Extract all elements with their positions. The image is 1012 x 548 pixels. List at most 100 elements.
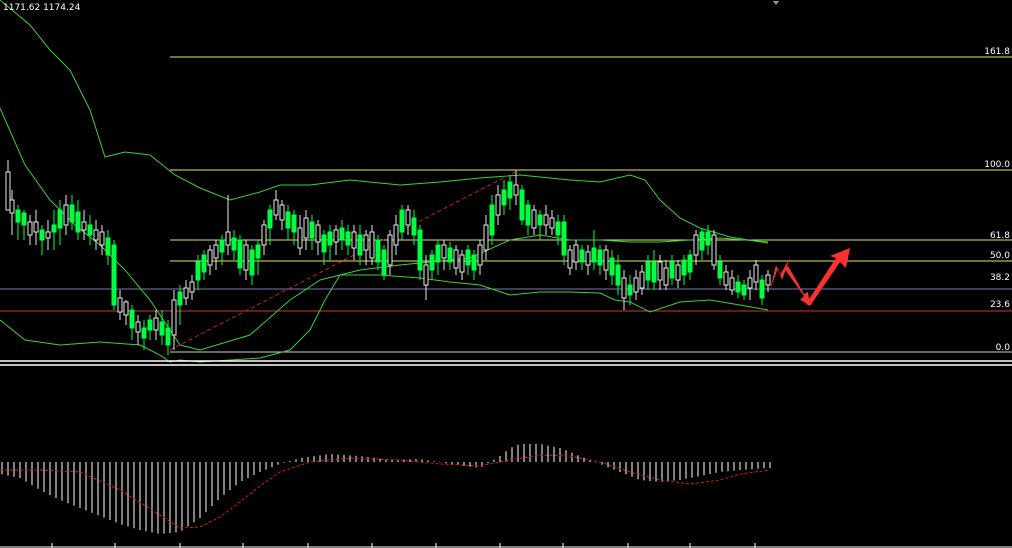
candle-body bbox=[669, 261, 675, 279]
candle-body bbox=[705, 231, 711, 246]
candle-body bbox=[201, 254, 207, 273]
candle-body bbox=[645, 261, 651, 281]
projection-arrow-rise-icon bbox=[806, 248, 850, 306]
candle-body bbox=[327, 231, 333, 246]
candle-body bbox=[261, 224, 267, 246]
candle-body bbox=[237, 239, 243, 269]
candle-body bbox=[291, 214, 297, 233]
candle-body bbox=[105, 237, 111, 256]
candle-body bbox=[111, 244, 117, 306]
projection-arrow-up-icon bbox=[770, 258, 790, 290]
candle-body bbox=[633, 277, 639, 293]
candle-body bbox=[207, 249, 213, 266]
candle-body bbox=[321, 234, 327, 253]
candle-body bbox=[387, 234, 393, 266]
candle-body bbox=[585, 251, 591, 266]
fib-label-6: 0.0 bbox=[996, 343, 1011, 353]
candle-body bbox=[213, 244, 219, 259]
candle-body bbox=[57, 209, 63, 229]
candle-body bbox=[663, 267, 669, 286]
candle-body bbox=[699, 231, 705, 251]
candle-body bbox=[483, 224, 489, 251]
candle-body bbox=[51, 224, 57, 233]
candle-body bbox=[159, 321, 165, 336]
candle-body bbox=[231, 237, 237, 251]
candle-body bbox=[693, 234, 699, 256]
fib-label-1: 100.0 bbox=[984, 160, 1010, 170]
candle-body bbox=[441, 244, 447, 259]
candle-body bbox=[735, 281, 741, 293]
candle-body bbox=[9, 199, 15, 214]
candle-body bbox=[339, 227, 345, 241]
candle-body bbox=[507, 181, 513, 199]
candle-body bbox=[759, 279, 765, 299]
candle-body bbox=[555, 221, 561, 236]
candle-body bbox=[69, 204, 75, 223]
candle-body bbox=[165, 327, 171, 346]
candle-body bbox=[183, 287, 189, 299]
candle-body bbox=[393, 224, 399, 246]
candle-body bbox=[369, 231, 375, 259]
candle-body bbox=[357, 234, 363, 256]
candle-body bbox=[147, 319, 153, 331]
candle-body bbox=[315, 224, 321, 243]
candle-body bbox=[273, 199, 279, 216]
candle-body bbox=[567, 249, 573, 269]
candle-body bbox=[561, 221, 567, 256]
candle-body bbox=[573, 244, 579, 263]
scroll-marker-icon bbox=[773, 1, 779, 5]
candle-body bbox=[597, 249, 603, 266]
candle-body bbox=[399, 209, 405, 233]
projection-arrow-down-icon bbox=[784, 266, 810, 305]
candle-body bbox=[519, 189, 525, 221]
candle-body bbox=[675, 264, 681, 281]
candle-body bbox=[411, 217, 417, 236]
candle-body bbox=[27, 221, 33, 236]
candle-body bbox=[651, 261, 657, 283]
candle-body bbox=[141, 327, 147, 339]
fib-label-5: 23.6 bbox=[990, 300, 1010, 310]
fib-label-3: 50.0 bbox=[990, 251, 1010, 261]
fib-label-0: 161.8 bbox=[984, 47, 1010, 57]
candle-body bbox=[123, 301, 129, 316]
candle-body bbox=[87, 224, 93, 236]
candle-body bbox=[687, 254, 693, 273]
candle-body bbox=[135, 321, 141, 333]
candle-body bbox=[501, 189, 507, 206]
candle-body bbox=[333, 229, 339, 243]
candle-body bbox=[45, 231, 51, 239]
candle-body bbox=[423, 264, 429, 286]
candle-body bbox=[549, 217, 555, 229]
bollinger-band-0 bbox=[0, 107, 769, 351]
candle-body bbox=[627, 284, 633, 296]
candle-body bbox=[249, 249, 255, 276]
candle-body bbox=[195, 261, 201, 281]
fib-label-2: 61.8 bbox=[990, 231, 1010, 241]
candle-body bbox=[117, 297, 123, 313]
candle-body bbox=[639, 271, 645, 289]
candle-body bbox=[447, 247, 453, 263]
price-chart: 161.8 100.0 61.8 50.0 38.2 23.6 0.0 1171.62 11… bbox=[0, 0, 1012, 548]
candle-body bbox=[681, 259, 687, 276]
candle-body bbox=[243, 244, 249, 271]
candle-body bbox=[351, 231, 357, 249]
candle-body bbox=[219, 239, 225, 253]
candle-body bbox=[63, 204, 69, 226]
candle-body bbox=[459, 254, 465, 273]
candle-body bbox=[99, 231, 105, 246]
candle-body bbox=[303, 217, 309, 239]
candle-body bbox=[285, 211, 291, 229]
candle-body bbox=[609, 257, 615, 276]
candle-body bbox=[267, 209, 273, 229]
candle-body bbox=[477, 244, 483, 266]
candle-body bbox=[405, 209, 411, 226]
candle-body bbox=[5, 171, 11, 211]
candle-body bbox=[471, 254, 477, 271]
candle-body bbox=[429, 254, 435, 271]
candle-body bbox=[723, 271, 729, 286]
candle-body bbox=[255, 244, 261, 259]
candle-body bbox=[657, 261, 663, 281]
candle-body bbox=[381, 249, 387, 276]
candle-body bbox=[417, 229, 423, 271]
candle-body bbox=[81, 221, 87, 231]
